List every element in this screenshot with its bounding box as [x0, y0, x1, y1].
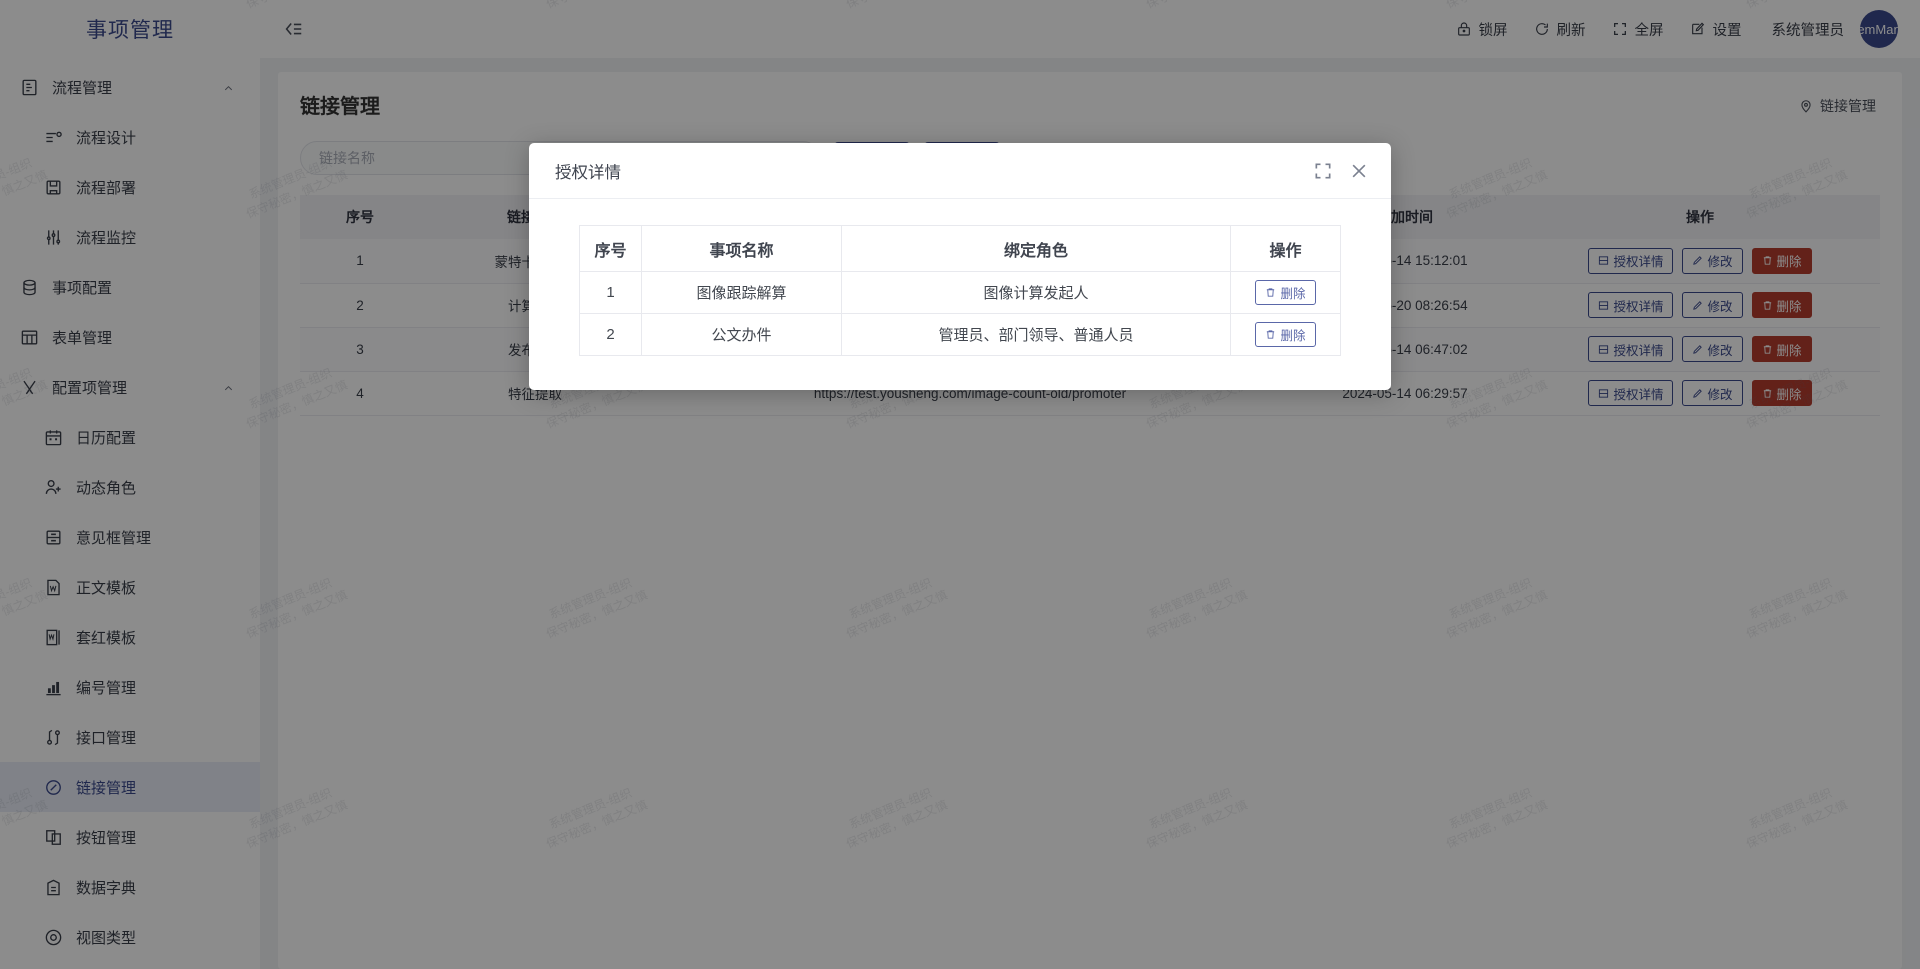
modal-th-item-name: 事项名称 [641, 225, 842, 272]
trash-icon [1265, 287, 1276, 298]
modal-title: 授权详情 [555, 163, 621, 182]
modal-cell-item-name: 公文办件 [641, 313, 842, 356]
modal-cell-operations: 删除 [1230, 271, 1341, 314]
modal-table-row: 1 图像跟踪解算 图像计算发起人 删除 [579, 271, 1341, 314]
maximize-icon[interactable] [1313, 161, 1333, 181]
modal-table-body: 1 图像跟踪解算 图像计算发起人 删除 2 公文办件 管理员、部门领导、普通人员… [579, 271, 1341, 356]
modal-th-bound-role: 绑定角色 [841, 225, 1231, 272]
app-root: 事项管理 流程管理 流程设计 流程部署 流程监控 事项配置 表单管理 配置项管理… [0, 0, 1920, 969]
modal-delete-button[interactable]: 删除 [1255, 280, 1316, 305]
modal-th-operations: 操作 [1230, 225, 1341, 272]
modal-delete-label: 删除 [1280, 287, 1306, 301]
modal-cell-operations: 删除 [1230, 313, 1341, 356]
modal-cell-role: 管理员、部门领导、普通人员 [841, 313, 1231, 356]
modal-cell-index: 1 [579, 271, 642, 314]
modal-delete-label: 删除 [1280, 329, 1306, 343]
modal-delete-button[interactable]: 删除 [1255, 322, 1316, 347]
auth-detail-modal: 授权详情 序号 事项名称 绑定角色 操作 1 图像跟踪解算 图像计算发起人 删除… [529, 143, 1391, 390]
modal-cell-role: 图像计算发起人 [841, 271, 1231, 314]
modal-header: 授权详情 [529, 143, 1391, 199]
modal-table-header-row: 序号 事项名称 绑定角色 操作 [579, 225, 1341, 272]
trash-icon [1265, 329, 1276, 340]
modal-cell-item-name: 图像跟踪解算 [641, 271, 842, 314]
modal-th-index: 序号 [579, 225, 642, 272]
auth-detail-table: 序号 事项名称 绑定角色 操作 1 图像跟踪解算 图像计算发起人 删除 2 公文… [579, 225, 1341, 356]
modal-table-row: 2 公文办件 管理员、部门领导、普通人员 删除 [579, 313, 1341, 356]
modal-body: 序号 事项名称 绑定角色 操作 1 图像跟踪解算 图像计算发起人 删除 2 公文… [529, 199, 1391, 390]
modal-cell-index: 2 [579, 313, 642, 356]
close-icon[interactable] [1349, 161, 1369, 181]
modal-table-header: 序号 事项名称 绑定角色 操作 [579, 225, 1341, 272]
